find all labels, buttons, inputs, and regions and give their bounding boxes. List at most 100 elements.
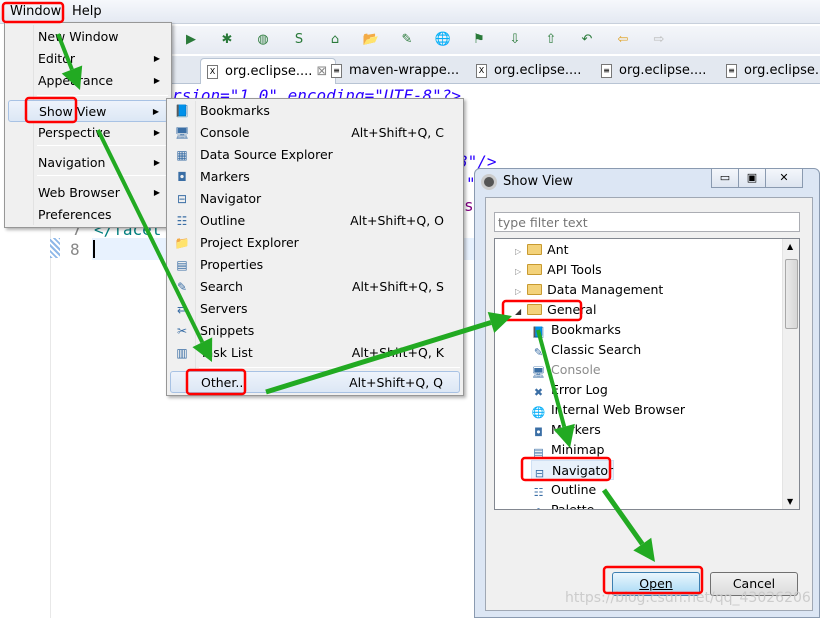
prev-annotation-icon[interactable]: ⇧ — [542, 31, 560, 49]
tree-view-item[interactable]: ✿ Palette — [531, 500, 594, 509]
view-icon: 📘 — [531, 326, 546, 339]
open-folder-icon[interactable]: 📂 — [362, 31, 380, 49]
editor-tabs: lXorg.eclipse.... ⊠≡maven-wrappe...Xorg.… — [168, 56, 820, 84]
scroll-thumb[interactable] — [785, 259, 798, 329]
collapsed-arrow-icon[interactable]: ▷ — [515, 287, 521, 296]
filter-input[interactable] — [494, 212, 800, 232]
editor-tab[interactable]: ≡ org.eclipse.... — [720, 58, 820, 84]
back-icon[interactable]: ⇦ — [614, 31, 632, 49]
run-icon[interactable]: ▶ — [182, 31, 200, 49]
show-view-item[interactable]: 📘 Bookmarks — [170, 100, 460, 122]
show-view-item[interactable]: ☷ Outline Alt+Shift+Q, O — [170, 210, 460, 232]
tree-view-item[interactable]: ▤ Minimap — [531, 440, 604, 460]
folder-icon — [527, 264, 543, 275]
tree-view-item[interactable]: ◘ Markers — [531, 420, 601, 440]
tab-label: org.eclipse.... — [494, 63, 582, 78]
xml-file-icon: X — [476, 64, 487, 78]
show-view-item[interactable]: ▥ Task List Alt+Shift+Q, K — [170, 342, 460, 364]
item-label: Properties — [200, 257, 264, 272]
view-icon: ☷ — [176, 214, 188, 228]
menu-item-appearance[interactable]: Appearance ▶ — [8, 70, 168, 92]
view-label: Markers — [551, 422, 601, 437]
menu-separator — [199, 367, 460, 368]
scroll-down-icon[interactable]: ▼ — [787, 497, 793, 506]
editor-tab[interactable]: Xorg.eclipse.... ⊠ — [200, 58, 337, 84]
view-label: Bookmarks — [551, 322, 621, 337]
show-view-item[interactable]: ✎ Search Alt+Shift+Q, S — [170, 276, 460, 298]
new-server-icon[interactable]: ◍ — [254, 31, 272, 49]
editor-tab[interactable]: ≡ maven-wrappe... — [325, 58, 467, 84]
menu-item-new-window[interactable]: New Window — [8, 26, 168, 48]
new-spring-icon[interactable]: S — [290, 31, 308, 49]
tree-view-item[interactable]: ✎ Classic Search — [531, 340, 641, 360]
item-label: Other... — [201, 375, 248, 390]
menu-window[interactable]: Window — [10, 4, 61, 19]
view-icon: ☷ — [533, 486, 544, 499]
xml-file-icon: X — [207, 65, 218, 79]
menu-item-navigation[interactable]: Navigation ▶ — [8, 152, 168, 174]
web-browser-icon[interactable]: 🌐 — [434, 31, 452, 49]
maximize-button[interactable]: ▣ — [738, 168, 766, 188]
menu-separator — [37, 145, 168, 146]
view-label: Error Log — [551, 382, 608, 397]
last-edit-icon[interactable]: ↶ — [578, 31, 596, 49]
menu-item-label: Show View — [39, 104, 107, 119]
view-icon: ▤ — [176, 258, 188, 272]
line-number-8: 8 — [70, 240, 80, 259]
show-view-item[interactable]: ▤ Properties — [170, 254, 460, 276]
view-label: Internal Web Browser — [551, 402, 686, 417]
scroll-up-icon[interactable]: ▲ — [787, 242, 793, 251]
show-view-item[interactable]: ⊟ Navigator — [170, 188, 460, 210]
debug-icon[interactable]: ✱ — [218, 31, 236, 49]
minimize-button[interactable]: ▭ — [711, 168, 739, 188]
tree-category[interactable]: ▷ API Tools — [515, 260, 602, 280]
forward-icon[interactable]: ⇨ — [650, 31, 668, 49]
show-view-item-other[interactable]: Other... Alt+Shift+Q, Q — [170, 371, 460, 393]
view-label: Outline — [551, 482, 597, 497]
item-label: Search — [200, 279, 243, 294]
menu-item-preferences[interactable]: Preferences — [8, 204, 168, 226]
item-shortcut: Alt+Shift+Q, O — [350, 213, 444, 228]
code-line-6: s — [464, 196, 474, 215]
category-label: General — [547, 302, 597, 317]
tree-view-item[interactable]: 🌐 Internal Web Browser — [531, 400, 685, 420]
tree-view-item[interactable]: ⊟ Navigator — [531, 460, 615, 480]
view-icon: ▤ — [533, 446, 544, 459]
menu-item-web-browser[interactable]: Web Browser ▶ — [8, 182, 168, 204]
view-label: Navigator — [552, 463, 614, 478]
search-icon[interactable]: ✎ — [398, 31, 416, 49]
tree-category[interactable]: ▷ Data Management — [515, 280, 663, 300]
open-type-icon[interactable]: ⌂ — [326, 31, 344, 49]
editor-tab[interactable]: ≡ org.eclipse.... — [595, 58, 714, 84]
text-file-icon: ≡ — [726, 64, 737, 78]
tree-view-item[interactable]: 🖥 Console — [531, 360, 601, 380]
show-view-item[interactable]: 📁 Project Explorer — [170, 232, 460, 254]
tree-scrollbar[interactable]: ▲ ▼ — [782, 239, 799, 509]
collapsed-arrow-icon[interactable]: ▷ — [515, 267, 521, 276]
tree-category[interactable]: ◢ General — [515, 300, 596, 320]
menu-bar: Window Help — [0, 0, 820, 24]
editor-tab[interactable]: Xorg.eclipse.... — [470, 58, 589, 84]
view-icon: 🖥 — [531, 366, 546, 379]
next-annotation-icon[interactable]: ⇩ — [506, 31, 524, 49]
menu-item-show-view[interactable]: Show View ▶ — [8, 100, 168, 122]
tree-view-item[interactable]: ☷ Outline — [531, 480, 597, 500]
show-view-item[interactable]: ⇄ Servers — [170, 298, 460, 320]
collapsed-arrow-icon[interactable]: ▷ — [515, 247, 521, 256]
folder-icon — [527, 244, 543, 255]
tab-label: org.eclipse.... — [744, 63, 820, 78]
menu-item-perspective[interactable]: Perspective ▶ — [8, 122, 168, 144]
tree-view-item[interactable]: 📘 Bookmarks — [531, 320, 621, 340]
show-view-item[interactable]: 🖥 Console Alt+Shift+Q, C — [170, 122, 460, 144]
menu-item-editor[interactable]: Editor ▶ — [8, 48, 168, 70]
show-view-item[interactable]: ▦ Data Source Explorer — [170, 144, 460, 166]
expanded-arrow-icon[interactable]: ◢ — [515, 307, 521, 316]
show-view-item[interactable]: ✂ Snippets — [170, 320, 460, 342]
tree-category[interactable]: ▷ Ant — [515, 240, 569, 260]
show-view-item[interactable]: ◘ Markers — [170, 166, 460, 188]
item-shortcut: Alt+Shift+Q, Q — [349, 375, 443, 390]
external-tool-icon[interactable]: ⚑ — [470, 31, 488, 49]
close-button[interactable]: ✕ — [765, 168, 803, 188]
tree-view-item[interactable]: ✖ Error Log — [531, 380, 608, 400]
menu-help[interactable]: Help — [72, 4, 102, 19]
